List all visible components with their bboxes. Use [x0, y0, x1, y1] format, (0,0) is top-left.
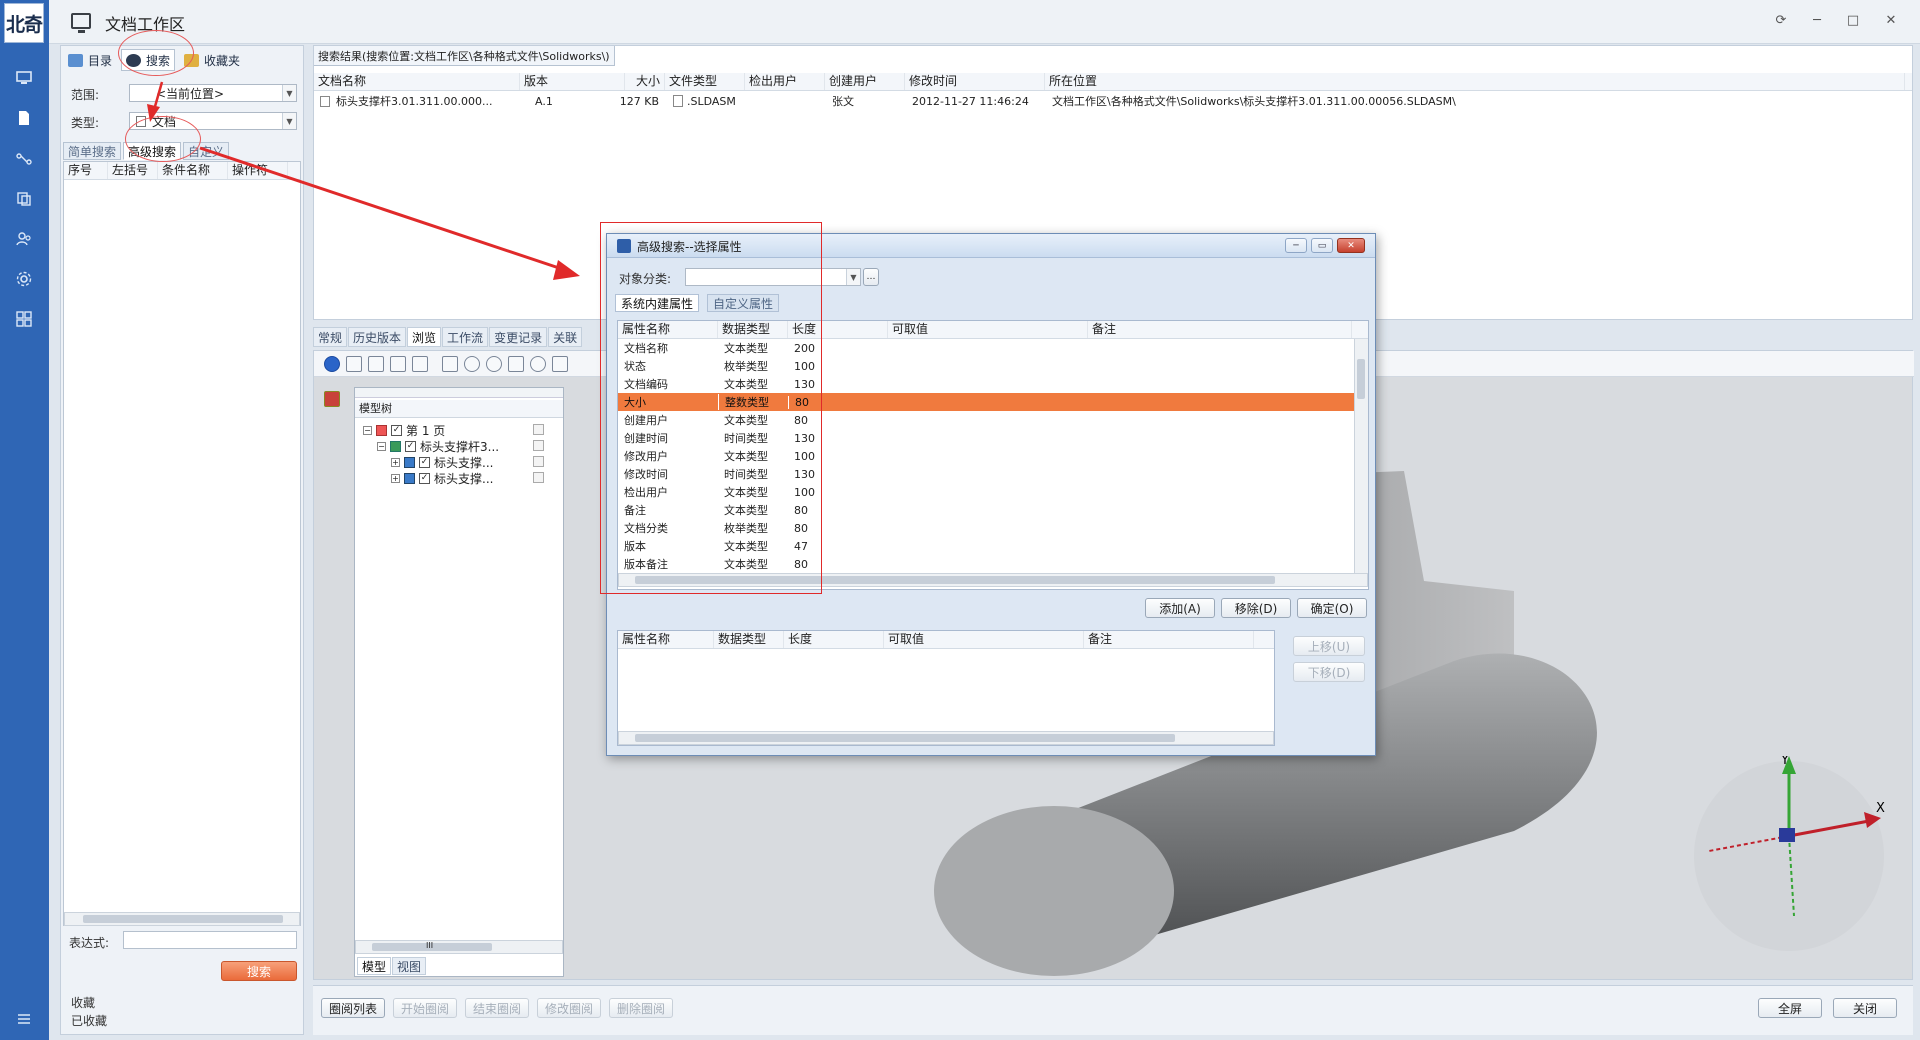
- annotation-arrows: [147, 81, 580, 280]
